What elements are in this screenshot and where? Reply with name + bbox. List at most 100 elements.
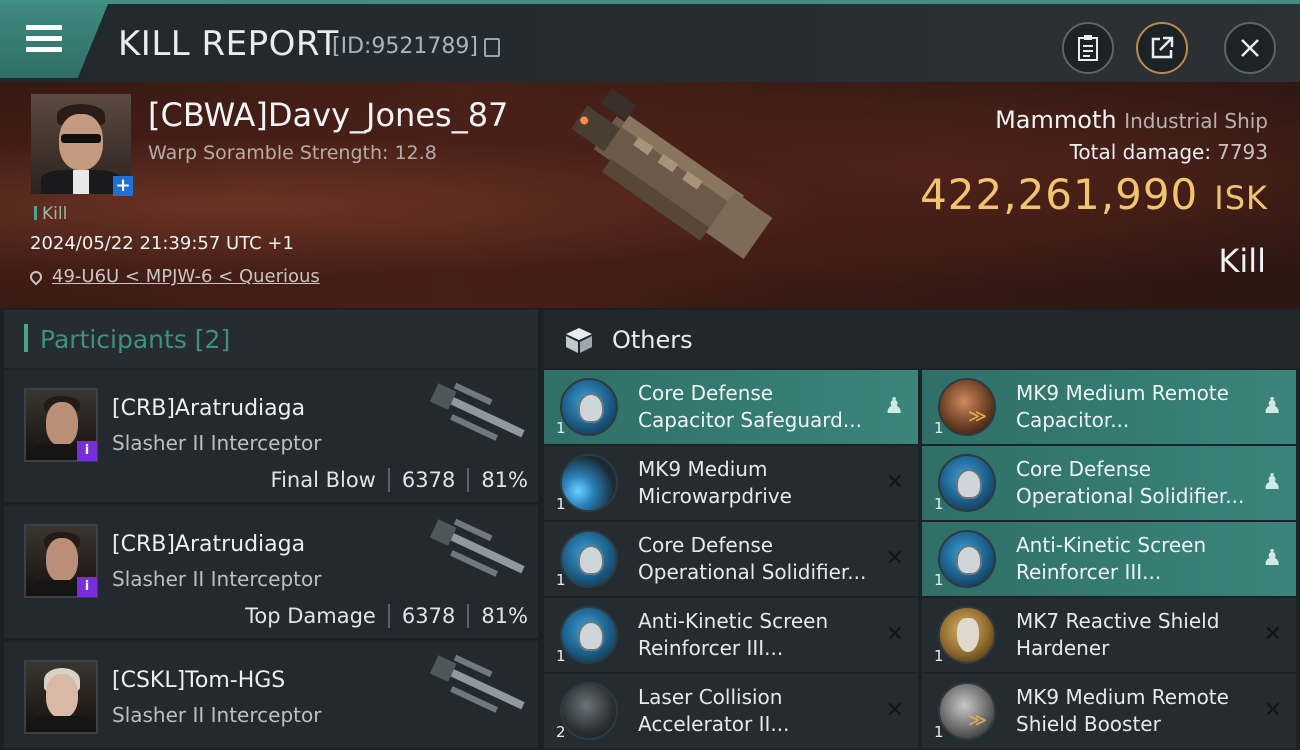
avatar bbox=[24, 660, 98, 734]
destroyed-cross-icon: ✕ bbox=[885, 470, 904, 495]
ship-image bbox=[429, 518, 525, 577]
module-icon bbox=[560, 606, 618, 664]
item-quantity: 1 bbox=[934, 647, 944, 665]
corp-badge-icon: i bbox=[77, 577, 97, 597]
item-entry[interactable]: 1 Anti-Kinetic Screen Reinforcer III... … bbox=[922, 522, 1296, 596]
item-entry[interactable]: 1 Anti-Kinetic Screen Reinforcer III... … bbox=[544, 598, 918, 672]
participant-ship: Slasher II Interceptor bbox=[112, 431, 322, 455]
destroyed-cross-icon: ✕ bbox=[885, 698, 904, 723]
module-icon bbox=[560, 378, 618, 436]
dropped-person-icon: ♟ bbox=[1262, 470, 1282, 495]
item-quantity: 1 bbox=[556, 419, 566, 437]
item-entry[interactable]: 1 MK9 Medium Microwarpdrive ✕ bbox=[544, 446, 918, 520]
item-entry[interactable]: 1 MK9 Medium Remote Capacitor... ♟ bbox=[922, 370, 1296, 444]
kill-location[interactable]: 49-U6U < MPJW-6 < Querious bbox=[27, 266, 320, 287]
victim-name[interactable]: [CBWA]Davy_Jones_87 bbox=[148, 96, 508, 134]
destroyed-cross-icon: ✕ bbox=[885, 546, 904, 571]
report-id: [ID:9521789] bbox=[332, 34, 478, 59]
participant-ship: Slasher II Interceptor bbox=[112, 567, 322, 591]
kill-result: Kill bbox=[1218, 242, 1266, 280]
module-icon bbox=[560, 530, 618, 588]
total-damage-value: 7793 bbox=[1217, 140, 1268, 164]
item-entry[interactable]: 1 MK9 Medium Remote Shield Booster ✕ bbox=[922, 674, 1296, 748]
total-damage-label: Total damage: bbox=[1069, 140, 1212, 164]
item-name: MK9 Medium Remote Capacitor... bbox=[1016, 381, 1229, 432]
close-button[interactable] bbox=[1224, 22, 1276, 74]
ship-class: Industrial Ship bbox=[1124, 109, 1268, 133]
victim-banner: + [CBWA]Davy_Jones_87 Warp Soramble Stre… bbox=[0, 82, 1300, 308]
clipboard-icon bbox=[1078, 35, 1098, 61]
item-name: Core Defense Capacitor Safeguard... bbox=[638, 381, 862, 432]
isk-amount: 422,261,990 bbox=[920, 170, 1199, 219]
item-name: Anti-Kinetic Screen Reinforcer III... bbox=[1016, 533, 1207, 584]
participant-stats: Top Damage 6378 81% bbox=[245, 604, 528, 628]
participant-damage: 6378 bbox=[401, 604, 456, 628]
item-name: Anti-Kinetic Screen Reinforcer III... bbox=[638, 609, 829, 660]
ship-name-text: Mammoth bbox=[995, 106, 1117, 134]
total-damage: Total damage: 7793 bbox=[1070, 140, 1268, 164]
destroyed-cross-icon: ✕ bbox=[1263, 622, 1282, 647]
item-name: MK7 Reactive Shield Hardener bbox=[1016, 609, 1220, 660]
kill-timestamp: 2024/05/22 21:39:57 UTC +1 bbox=[30, 233, 294, 254]
module-icon bbox=[938, 606, 996, 664]
module-icon bbox=[560, 682, 618, 740]
header-bar: KILL REPORT [ID:9521789] bbox=[0, 0, 1300, 82]
item-name: MK9 Medium Remote Shield Booster bbox=[1016, 685, 1229, 736]
item-entry[interactable]: 2 Laser Collision Accelerator II... ✕ bbox=[544, 674, 918, 748]
participant-role: Top Damage bbox=[245, 604, 376, 628]
module-icon bbox=[560, 454, 618, 512]
item-name: Laser Collision Accelerator II... bbox=[638, 685, 790, 736]
ship-image bbox=[571, 88, 773, 259]
item-entry[interactable]: 1 Core Defense Operational Solidifier...… bbox=[544, 522, 918, 596]
item-name: MK9 Medium Microwarpdrive bbox=[638, 457, 792, 508]
cube-icon bbox=[566, 328, 592, 353]
isk-unit: ISK bbox=[1214, 179, 1268, 217]
dropped-person-icon: ♟ bbox=[1262, 546, 1282, 571]
module-icon bbox=[938, 378, 996, 436]
participant-row[interactable]: [CSKL]Tom-HGS Slasher II Interceptor bbox=[4, 642, 538, 750]
item-quantity: 1 bbox=[934, 419, 944, 437]
item-quantity: 1 bbox=[556, 647, 566, 665]
item-quantity: 1 bbox=[556, 495, 566, 513]
corp-badge-icon: i bbox=[77, 441, 97, 461]
participants-panel: Participants [2] i [CRB]Aratrudiaga Slas… bbox=[4, 310, 538, 750]
clipboard-button[interactable] bbox=[1062, 22, 1114, 74]
add-contact-icon[interactable]: + bbox=[113, 176, 133, 196]
module-icon bbox=[938, 530, 996, 588]
participant-percent: 81% bbox=[481, 468, 528, 492]
location-pin-icon bbox=[27, 268, 45, 285]
participant-name: [CSKL]Tom-HGS bbox=[112, 668, 286, 693]
copy-icon[interactable] bbox=[484, 38, 500, 57]
item-quantity: 1 bbox=[934, 571, 944, 589]
page-title: KILL REPORT bbox=[118, 24, 339, 64]
participants-label: Participants [2] bbox=[40, 325, 231, 354]
share-icon bbox=[1151, 36, 1174, 59]
participant-stats: Final Blow 6378 81% bbox=[271, 468, 528, 492]
item-entry[interactable]: 1 Core Defense Capacitor Safeguard... ♟ bbox=[544, 370, 918, 444]
others-panel: Others 1 Core Defense Capacitor Safeguar… bbox=[544, 310, 1300, 750]
ship-name[interactable]: Mammoth Industrial Ship bbox=[995, 106, 1268, 134]
menu-button[interactable] bbox=[0, 4, 108, 78]
share-button[interactable] bbox=[1136, 22, 1188, 74]
item-quantity: 2 bbox=[556, 723, 566, 741]
participant-name: [CRB]Aratrudiaga bbox=[112, 396, 306, 421]
dropped-person-icon: ♟ bbox=[884, 394, 904, 419]
destroyed-cross-icon: ✕ bbox=[885, 622, 904, 647]
item-quantity: 1 bbox=[556, 571, 566, 589]
item-name: Core Defense Operational Solidifier... bbox=[1016, 457, 1245, 508]
participant-row[interactable]: i [CRB]Aratrudiaga Slasher II Intercepto… bbox=[4, 370, 538, 504]
menu-icon bbox=[26, 25, 62, 53]
destroyed-cross-icon: ✕ bbox=[1263, 698, 1282, 723]
item-name: Core Defense Operational Solidifier... bbox=[638, 533, 867, 584]
dropped-person-icon: ♟ bbox=[1262, 394, 1282, 419]
location-link[interactable]: 49-U6U < MPJW-6 < Querious bbox=[52, 266, 320, 287]
participant-row[interactable]: i [CRB]Aratrudiaga Slasher II Intercepto… bbox=[4, 506, 538, 640]
participant-role: Final Blow bbox=[270, 468, 376, 492]
item-entry[interactable]: 1 Core Defense Operational Solidifier...… bbox=[922, 446, 1296, 520]
kill-tag: Kill bbox=[34, 204, 67, 224]
warp-scramble-strength: Warp Soramble Strength: 12.8 bbox=[148, 142, 437, 164]
item-entry[interactable]: 1 MK7 Reactive Shield Hardener ✕ bbox=[922, 598, 1296, 672]
module-icon bbox=[938, 454, 996, 512]
participants-header[interactable]: Participants [2] bbox=[4, 310, 538, 368]
isk-value: 422,261,990 ISK bbox=[920, 170, 1268, 219]
